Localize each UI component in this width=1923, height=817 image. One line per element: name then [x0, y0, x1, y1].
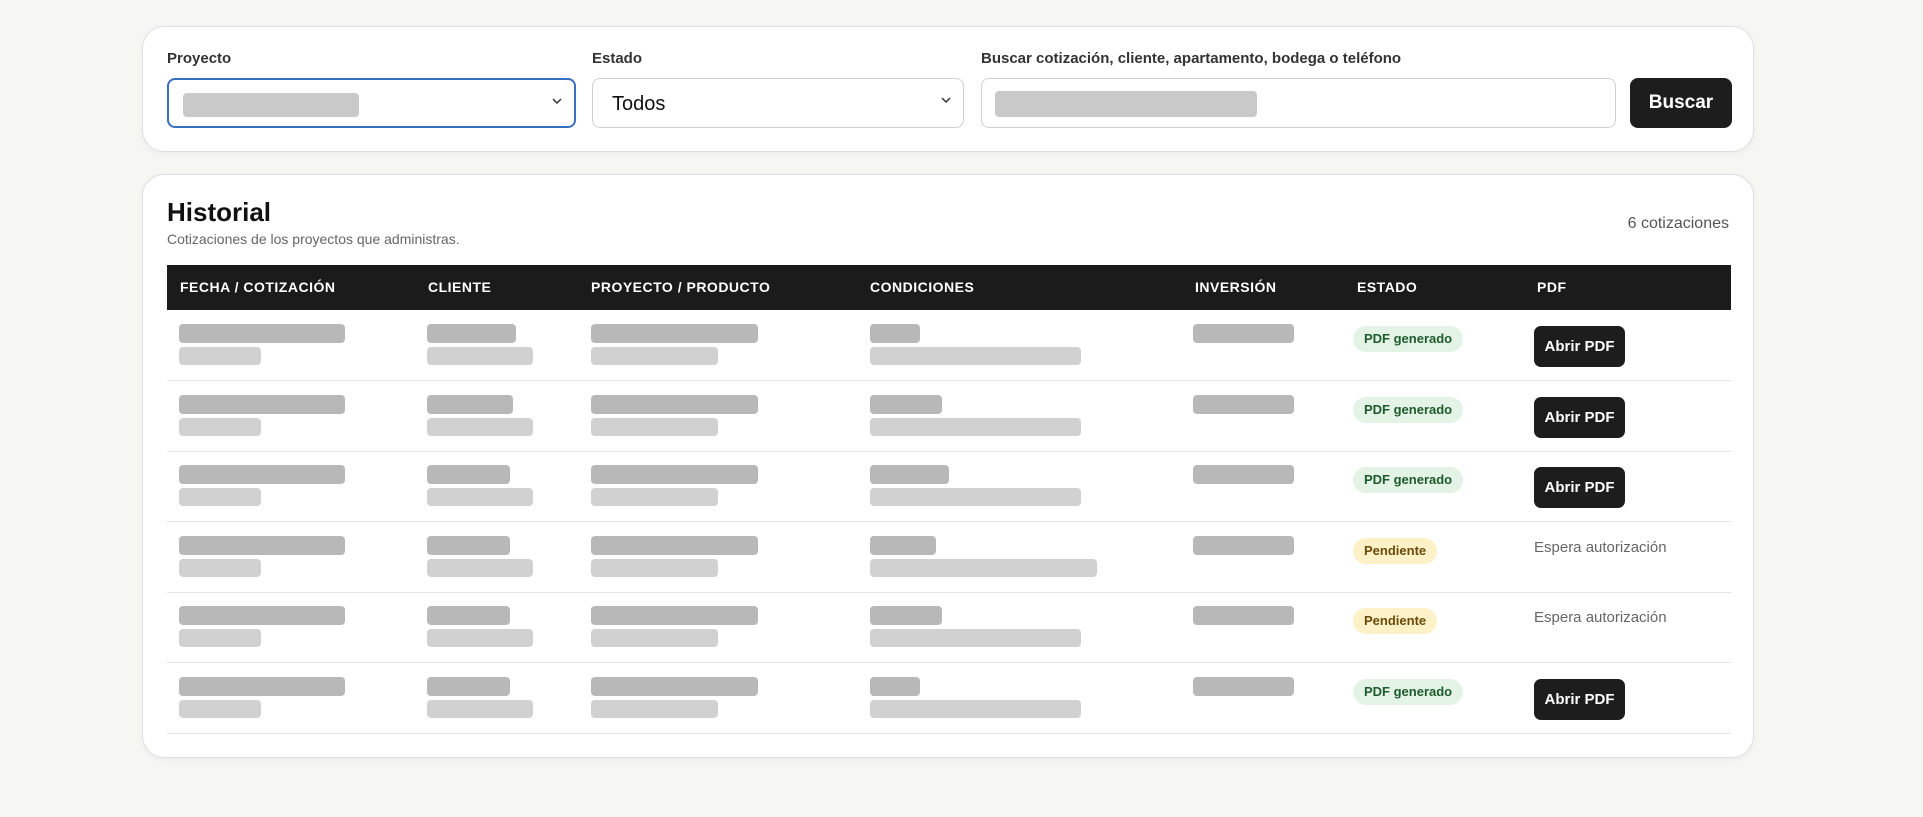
client-detail-placeholder	[427, 347, 533, 365]
table-row: PDF generado Abrir PDF	[167, 663, 1731, 734]
project-label: Proyecto	[167, 50, 232, 67]
project-placeholder	[591, 465, 758, 484]
column-header-client: CLIENTE	[428, 279, 492, 295]
investment-placeholder	[1193, 676, 1294, 696]
project-placeholder	[591, 606, 758, 625]
column-header-pdf: PDF	[1537, 279, 1567, 295]
status-badge: Pendiente	[1353, 537, 1438, 564]
search-input[interactable]	[981, 78, 1616, 128]
project-placeholder	[591, 676, 758, 696]
conditions-detail-placeholder	[870, 558, 1097, 577]
product-placeholder	[591, 488, 718, 506]
open-pdf-button[interactable]: Abrir PDF	[1534, 678, 1625, 720]
product-placeholder	[591, 347, 718, 365]
search-label: Buscar cotización, cliente, apartamento,…	[981, 50, 1402, 67]
awaiting-authorization-text: Espera autorización	[1534, 609, 1667, 626]
table-header: FECHA / COTIZACIÓN CLIENTE PROYECTO / PR…	[167, 265, 1731, 310]
quote-count: 6 cotizaciones	[1627, 215, 1729, 232]
table-row: PDF generado Abrir PDF	[167, 381, 1731, 452]
table-row: PDF generado Abrir PDF	[167, 310, 1731, 381]
status-badge: PDF generado	[1353, 678, 1464, 705]
history-card: Historial Cotizaciones de los proyectos …	[142, 174, 1754, 758]
conditions-detail-placeholder	[870, 699, 1081, 718]
history-subtitle: Cotizaciones de los proyectos que admini…	[167, 231, 460, 247]
client-detail-placeholder	[427, 629, 533, 647]
product-placeholder	[591, 629, 718, 647]
quote-number-placeholder	[179, 417, 261, 436]
column-header-date: FECHA / COTIZACIÓN	[180, 279, 336, 295]
quote-number-placeholder	[179, 629, 261, 647]
client-name-placeholder	[427, 465, 510, 484]
history-title: Historial	[167, 197, 272, 227]
project-placeholder	[591, 394, 758, 414]
product-placeholder	[591, 558, 718, 577]
client-detail-placeholder	[427, 417, 533, 436]
chevron-down-icon	[552, 98, 562, 105]
conditions-placeholder	[870, 394, 942, 414]
status-badge: PDF generado	[1353, 396, 1464, 423]
investment-placeholder	[1193, 394, 1294, 414]
column-header-project: PROYECTO / PRODUCTO	[591, 279, 771, 295]
client-name-placeholder	[427, 394, 513, 414]
table-row: Pendiente Espera autorización	[167, 592, 1731, 663]
conditions-placeholder	[870, 465, 949, 484]
filters-card: Proyecto Estado Todos Buscar cotización,…	[142, 26, 1754, 152]
date-placeholder	[179, 324, 345, 343]
date-placeholder	[179, 465, 345, 484]
conditions-placeholder	[870, 324, 920, 343]
status-badge: PDF generado	[1353, 326, 1464, 352]
search-button[interactable]: Buscar	[1630, 78, 1732, 128]
table-row: PDF generado Abrir PDF	[167, 451, 1731, 522]
conditions-detail-placeholder	[870, 629, 1081, 647]
investment-placeholder	[1193, 324, 1294, 343]
chevron-down-icon	[941, 97, 951, 104]
project-placeholder	[591, 535, 758, 555]
client-detail-placeholder	[427, 558, 533, 577]
conditions-detail-placeholder	[870, 417, 1081, 436]
date-placeholder	[179, 535, 345, 555]
date-placeholder	[179, 606, 345, 625]
awaiting-authorization-text: Espera autorización	[1534, 538, 1667, 556]
investment-placeholder	[1193, 535, 1294, 555]
client-name-placeholder	[427, 535, 510, 555]
quote-number-placeholder	[179, 347, 261, 365]
status-badge: PDF generado	[1353, 467, 1464, 493]
quote-number-placeholder	[179, 488, 261, 506]
date-placeholder	[179, 394, 345, 414]
client-detail-placeholder	[427, 488, 533, 506]
client-name-placeholder	[427, 324, 516, 343]
conditions-placeholder	[870, 676, 920, 696]
status-select[interactable]: Todos	[592, 78, 964, 128]
quote-number-placeholder	[179, 558, 261, 577]
project-placeholder	[591, 324, 758, 343]
client-detail-placeholder	[427, 699, 533, 718]
client-name-placeholder	[427, 676, 510, 696]
open-pdf-button[interactable]: Abrir PDF	[1534, 326, 1625, 367]
project-value-placeholder	[183, 93, 359, 117]
open-pdf-button[interactable]: Abrir PDF	[1534, 396, 1625, 438]
quote-number-placeholder	[179, 699, 261, 718]
status-badge: Pendiente	[1353, 608, 1438, 634]
conditions-detail-placeholder	[870, 488, 1081, 506]
column-header-investment: INVERSIÓN	[1195, 279, 1277, 295]
status-select-value: Todos	[612, 93, 666, 115]
project-select[interactable]	[167, 78, 576, 128]
conditions-detail-placeholder	[870, 347, 1081, 365]
table-row: Pendiente Espera autorización	[167, 522, 1731, 593]
conditions-placeholder	[870, 606, 942, 625]
search-value-placeholder	[995, 91, 1257, 117]
date-placeholder	[179, 676, 345, 696]
product-placeholder	[591, 417, 718, 436]
client-name-placeholder	[427, 606, 510, 625]
investment-placeholder	[1193, 465, 1294, 484]
column-header-conditions: CONDICIONES	[870, 279, 975, 295]
status-label: Estado	[592, 50, 643, 67]
product-placeholder	[591, 699, 718, 718]
conditions-placeholder	[870, 535, 936, 555]
open-pdf-button[interactable]: Abrir PDF	[1534, 467, 1625, 508]
column-header-status: ESTADO	[1357, 279, 1418, 295]
investment-placeholder	[1193, 606, 1294, 625]
